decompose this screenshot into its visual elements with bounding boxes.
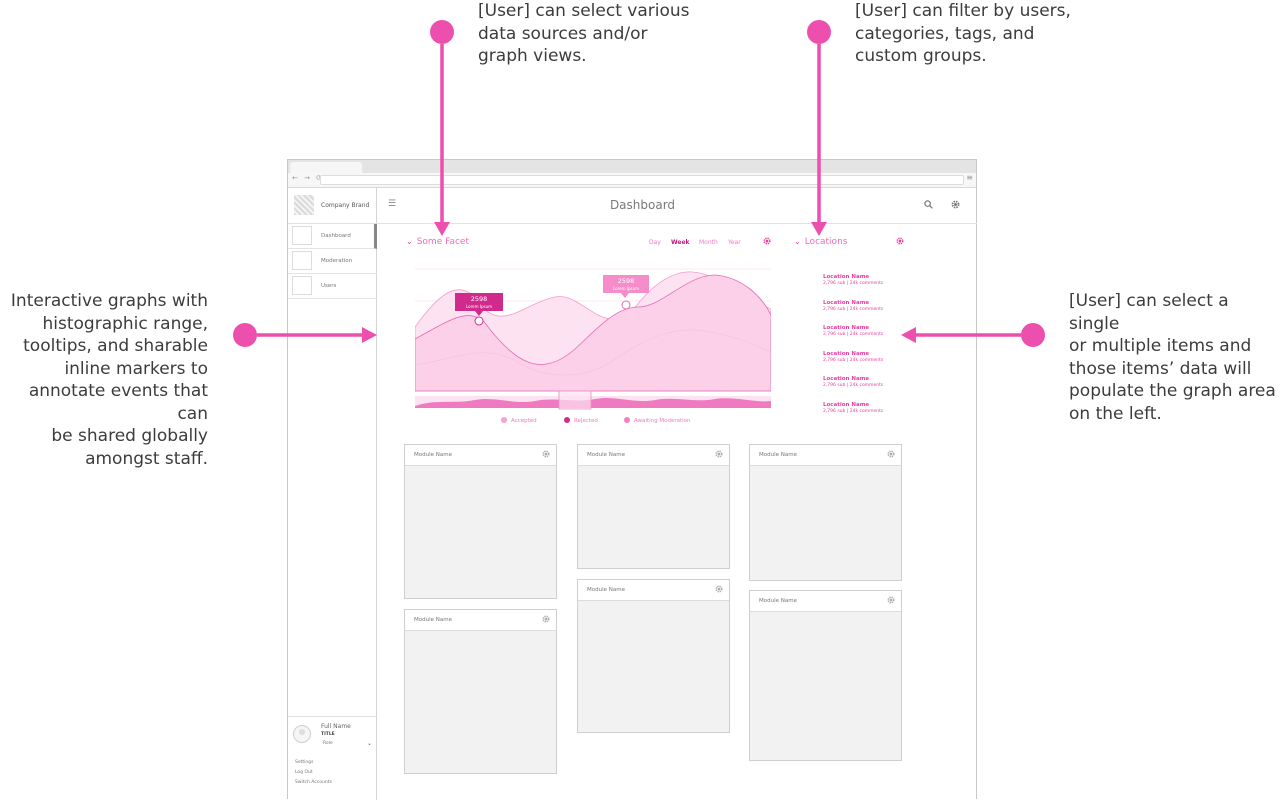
browser-tab[interactable] bbox=[290, 162, 362, 173]
location-stats: 2,796 sub | 24k comments bbox=[823, 383, 884, 388]
browser-tab-bar bbox=[288, 160, 976, 173]
module-card[interactable]: Module Name bbox=[577, 444, 730, 569]
range-selector-handle[interactable] bbox=[558, 390, 592, 410]
module-title: Module Name bbox=[759, 452, 797, 458]
location-name: Location Name bbox=[823, 300, 870, 306]
location-stats: 2,796 sub | 24k comments bbox=[823, 307, 884, 312]
module-title: Module Name bbox=[414, 452, 452, 458]
location-stats: 2,796 sub | 24k comments bbox=[823, 409, 884, 414]
profile-role: Role bbox=[323, 741, 333, 746]
legend-label: Awaiting Moderation bbox=[634, 418, 691, 424]
module-card[interactable]: Module Name bbox=[404, 609, 557, 774]
users-icon bbox=[292, 276, 312, 295]
location-stats: 2,796 sub | 24k comments bbox=[823, 332, 884, 337]
module-card[interactable]: Module Name bbox=[577, 579, 730, 733]
tooltip-label-1: Lorem Ipsum bbox=[466, 304, 492, 309]
range-tab-month[interactable]: Month bbox=[699, 239, 718, 246]
legend-rejected[interactable]: Rejected bbox=[564, 417, 598, 424]
avatar bbox=[293, 725, 311, 743]
gear-icon[interactable] bbox=[887, 596, 895, 604]
location-name: Location Name bbox=[823, 351, 870, 357]
annotation-data-sources: [User] can select various data sources a… bbox=[478, 1, 690, 66]
sidebar-item-label: Users bbox=[321, 283, 337, 289]
legend-dot bbox=[564, 417, 570, 423]
tooltip-value-2: 2598 bbox=[618, 277, 635, 285]
gear-icon[interactable] bbox=[542, 450, 550, 458]
annotation-filter: [User] can filter by users, categories, … bbox=[855, 1, 1071, 66]
dashboard-icon bbox=[292, 226, 312, 245]
tooltip-label-2: Lorem Ipsum bbox=[613, 286, 639, 291]
location-item[interactable]: Location Name 2,796 sub | 24k comments bbox=[823, 274, 883, 286]
chevron-down-icon[interactable]: ⌄ bbox=[367, 740, 372, 747]
location-name: Location Name bbox=[823, 376, 870, 382]
url-input[interactable] bbox=[320, 175, 964, 185]
location-name: Location Name bbox=[823, 274, 870, 280]
brand: Company Brand bbox=[288, 188, 377, 224]
profile-name: Full Name bbox=[321, 723, 351, 730]
location-item[interactable]: Location Name 2,796 sub | 24k comments bbox=[823, 300, 883, 312]
location-name: Location Name bbox=[823, 325, 870, 331]
brand-logo bbox=[294, 195, 314, 215]
logout-link[interactable]: Log Out bbox=[295, 770, 313, 775]
locations-title: Locations bbox=[804, 237, 848, 247]
location-item[interactable]: Location Name 2,796 sub | 24k comments bbox=[823, 376, 883, 388]
sidebar: Company Brand Dashboard Moderation Users… bbox=[288, 188, 377, 800]
gear-icon[interactable] bbox=[887, 450, 895, 458]
module-card[interactable]: Module Name bbox=[749, 444, 902, 581]
legend-accepted[interactable]: Accepted bbox=[501, 417, 537, 424]
header: ☰ Dashboard bbox=[377, 188, 977, 224]
gear-icon[interactable] bbox=[715, 585, 723, 593]
facet-label: Some Facet bbox=[416, 237, 469, 247]
range-tab-day[interactable]: Day bbox=[649, 239, 661, 246]
legend-label: Accepted bbox=[511, 418, 537, 424]
graph-settings-gear-icon[interactable] bbox=[763, 237, 771, 245]
module-title: Module Name bbox=[587, 452, 625, 458]
browser-address-bar: ← → ⟳ ≡ bbox=[288, 173, 976, 188]
legend-awaiting-moderation[interactable]: Awaiting Moderation bbox=[624, 417, 691, 424]
moderation-icon bbox=[292, 251, 312, 270]
location-item[interactable]: Location Name 2,796 sub | 24k comments bbox=[823, 325, 883, 337]
browser-window: ← → ⟳ ≡ Company Brand Dashboard Moderati… bbox=[287, 159, 977, 800]
module-title: Module Name bbox=[759, 598, 797, 604]
user-profile[interactable]: Full Name TITLE Role ⌄ bbox=[288, 716, 377, 753]
gear-icon[interactable] bbox=[715, 450, 723, 458]
location-stats: 2,796 sub | 24k comments bbox=[823, 281, 884, 286]
legend-label: Rejected bbox=[574, 418, 598, 424]
sidebar-item-users[interactable]: Users bbox=[288, 274, 377, 299]
switch-accounts-link[interactable]: Switch Accounts bbox=[295, 780, 332, 785]
page-title: Dashboard bbox=[609, 198, 676, 212]
facet-selector[interactable]: ⌄ Some Facet bbox=[406, 237, 469, 247]
sidebar-item-label: Moderation bbox=[321, 258, 353, 264]
profile-title: TITLE bbox=[321, 732, 335, 737]
settings-link[interactable]: Settings bbox=[295, 760, 313, 765]
legend-dot bbox=[501, 417, 507, 423]
sidebar-item-moderation[interactable]: Moderation bbox=[288, 249, 377, 274]
chevron-down-icon: ⌄ bbox=[794, 237, 801, 246]
module-card[interactable]: Module Name bbox=[404, 444, 557, 599]
gear-icon[interactable] bbox=[542, 615, 550, 623]
area-graph[interactable]: 2598 Lorem Ipsum 2598 Lorem Ipsum bbox=[415, 263, 771, 415]
module-title: Module Name bbox=[414, 617, 452, 623]
menu-icon[interactable]: ≡ bbox=[966, 173, 973, 182]
location-stats: 2,796 sub | 24k comments bbox=[823, 358, 884, 363]
gear-icon[interactable] bbox=[951, 200, 960, 209]
range-tab-year[interactable]: Year bbox=[728, 239, 741, 246]
range-tab-week[interactable]: Week bbox=[671, 239, 690, 246]
chevron-down-icon: ⌄ bbox=[406, 237, 413, 246]
legend-dot bbox=[624, 417, 630, 423]
brand-name: Company Brand bbox=[321, 202, 370, 209]
sidebar-item-dashboard[interactable]: Dashboard bbox=[288, 224, 377, 249]
tooltip-value-1: 2598 bbox=[471, 295, 488, 303]
module-card[interactable]: Module Name bbox=[749, 590, 902, 761]
sidebar-item-label: Dashboard bbox=[321, 233, 351, 239]
location-item[interactable]: Location Name 2,796 sub | 24k comments bbox=[823, 402, 883, 414]
location-name: Location Name bbox=[823, 402, 870, 408]
annotation-graphs: Interactive graphs with histographic ran… bbox=[10, 291, 208, 469]
search-icon[interactable] bbox=[924, 200, 933, 209]
locations-settings-gear-icon[interactable] bbox=[896, 237, 904, 245]
locations-filter[interactable]: ⌄ Locations bbox=[794, 237, 847, 247]
location-item[interactable]: Location Name 2,796 sub | 24k comments bbox=[823, 351, 883, 363]
annotation-location-select: [User] can select a single or multiple i… bbox=[1069, 291, 1276, 424]
module-title: Module Name bbox=[587, 587, 625, 593]
